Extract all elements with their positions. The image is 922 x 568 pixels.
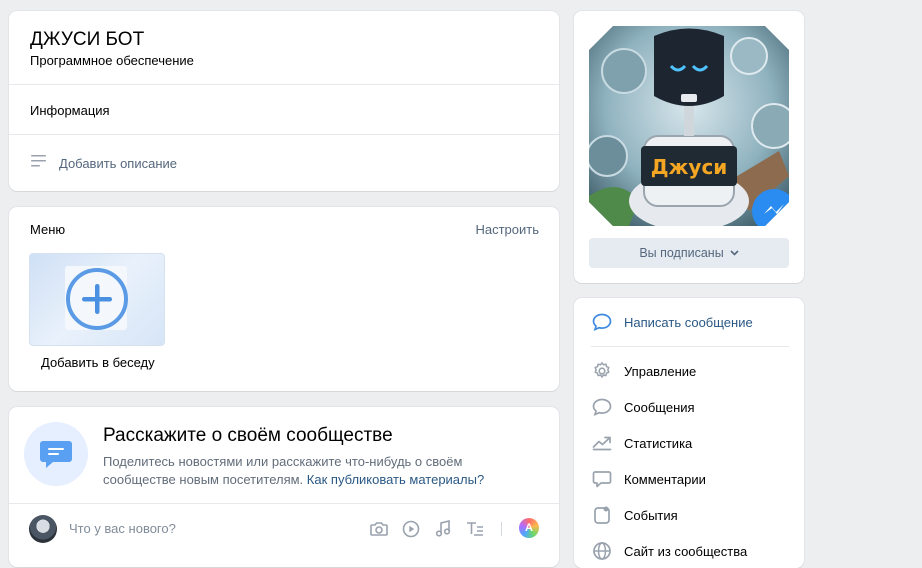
manage-label: Управление	[624, 363, 697, 379]
menu-title: Меню	[30, 222, 66, 237]
stats-icon	[591, 432, 613, 454]
community-header-card: ДЖУСИ БОТ Программное обеспечение Информ…	[9, 11, 559, 191]
comments-link[interactable]: Комментарии	[591, 468, 706, 490]
messages-link[interactable]: Сообщения	[591, 396, 695, 418]
community-site-label: Сайт из сообщества	[624, 543, 748, 559]
comment-icon	[591, 468, 613, 490]
community-category: Программное обеспечение	[30, 53, 194, 68]
message-icon	[591, 311, 613, 333]
tell-about-title: Расскажите о своём сообществе	[103, 425, 393, 446]
add-description-button[interactable]: Добавить описание	[30, 154, 177, 173]
tell-about-text: Поделитесь новостями или расскажите что-…	[103, 453, 503, 489]
music-icon[interactable]	[433, 519, 453, 539]
subscribed-button[interactable]: Вы подписаны	[589, 238, 789, 268]
text-format-icon[interactable]	[465, 519, 485, 539]
add-description-label: Добавить описание	[59, 156, 177, 171]
divider	[9, 134, 559, 135]
message-icon	[591, 396, 613, 418]
robot-badge-text: Джуси	[651, 155, 728, 179]
menu-card: Меню Настроить Добавить в беседу	[9, 207, 559, 391]
video-icon[interactable]	[401, 519, 421, 539]
avatar[interactable]	[29, 515, 57, 543]
community-actions-card: Написать сообщение Управление Сообщения …	[574, 298, 804, 568]
how-to-publish-link[interactable]: Как публиковать материалы?	[307, 472, 484, 487]
lines-icon	[30, 154, 47, 173]
events-label: События	[624, 507, 678, 523]
add-to-chat-label: Добавить в беседу	[41, 355, 155, 370]
new-post-input[interactable]: Что у вас нового?	[69, 521, 176, 536]
author-select-button[interactable]: A	[519, 518, 539, 538]
robot-avatar: Джуси	[589, 26, 789, 226]
plus-circle-icon	[66, 268, 128, 330]
events-link[interactable]: События	[591, 504, 678, 526]
events-icon	[591, 504, 613, 526]
new-post-row: Что у вас нового? A	[9, 504, 559, 556]
community-avatar-image[interactable]: Джуси	[589, 26, 789, 226]
comments-label: Комментарии	[624, 471, 706, 487]
write-message-label: Написать сообщение	[624, 314, 753, 330]
community-site-link[interactable]: Сайт из сообщества	[591, 540, 747, 562]
manage-link[interactable]: Управление	[591, 360, 696, 382]
divider	[9, 84, 559, 85]
gear-icon	[591, 360, 613, 382]
community-avatar-card: Джуси Вы подписаны	[574, 11, 804, 283]
camera-icon[interactable]	[369, 519, 389, 539]
chevron-down-icon	[730, 248, 739, 259]
globe-icon	[591, 540, 613, 562]
tell-about-card: Расскажите о своём сообществе Поделитесь…	[9, 407, 559, 567]
subscribed-label: Вы подписаны	[639, 246, 724, 260]
statistics-link[interactable]: Статистика	[591, 432, 692, 454]
write-message-button[interactable]: Написать сообщение	[591, 311, 753, 333]
chat-bubble-icon	[24, 422, 88, 486]
menu-configure-link[interactable]: Настроить	[475, 222, 539, 237]
info-section-label: Информация	[30, 103, 110, 118]
toolbar-separator	[501, 522, 502, 536]
community-title: ДЖУСИ БОТ	[30, 29, 145, 50]
divider	[591, 346, 789, 347]
statistics-label: Статистика	[624, 435, 693, 451]
messages-label: Сообщения	[624, 399, 695, 415]
add-to-chat-tile[interactable]	[29, 253, 165, 346]
